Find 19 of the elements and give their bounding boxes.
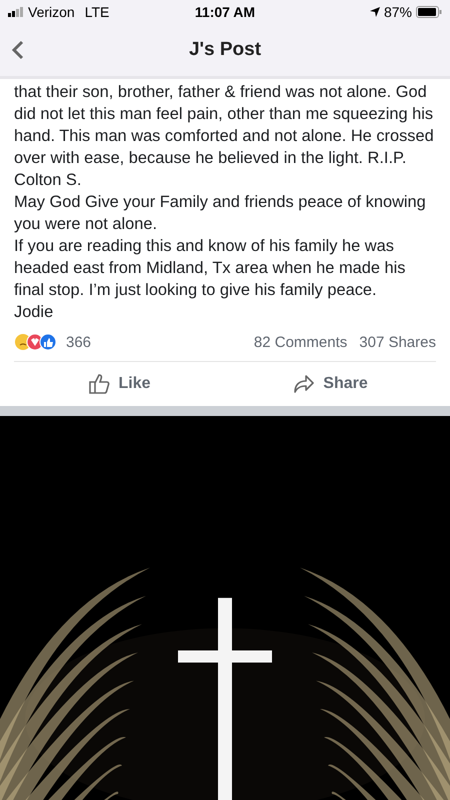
- battery-icon: [416, 6, 442, 18]
- post-text: Jodie: [14, 302, 54, 323]
- clock-time: 11:07 AM: [194, 4, 256, 20]
- thumbs-up-icon: [88, 373, 110, 395]
- share-button[interactable]: Share: [225, 362, 436, 406]
- post-text: May God Give your Family and friends peace of knowing you were not alone.: [14, 192, 427, 235]
- network-type: LTE: [84, 4, 110, 20]
- share-arrow-icon: [293, 374, 316, 394]
- comments-link[interactable]: 82 Comments: [254, 334, 348, 350]
- post-text: If you are reading this and know of his family he was headed east from Midland, Tx area when he made his final stop. I’m just looking to give his family peace.: [14, 236, 406, 301]
- shares-link[interactable]: 307 Shares: [359, 334, 436, 350]
- location-arrow-icon: [370, 7, 380, 17]
- post-text: that their son, brother, father & friend was not alone. God did not let this man feel pain, other than me squeezing his hand. This man was comforted and not alone. He crossed over with ease, because he believed in the light. R.I.P. Colton S.: [14, 82, 435, 191]
- reaction-count[interactable]: 366: [66, 334, 92, 350]
- battery-percent: 87%: [384, 4, 412, 20]
- page-title: J's Post: [188, 39, 262, 61]
- like-button[interactable]: Like: [14, 362, 225, 406]
- signal-icon: [8, 7, 24, 17]
- carrier-name: Verizon: [28, 4, 75, 20]
